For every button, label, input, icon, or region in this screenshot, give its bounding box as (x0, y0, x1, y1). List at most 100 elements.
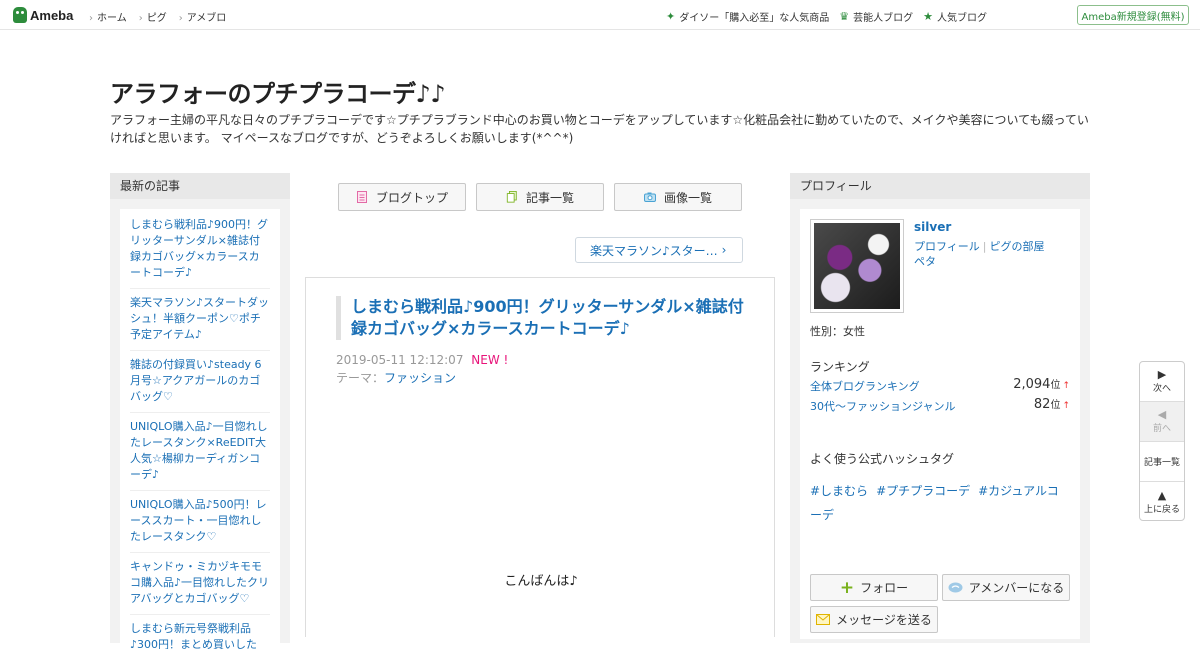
send-message-button[interactable]: メッセージを送る (810, 606, 938, 633)
mail-icon (816, 614, 831, 625)
send-message-label: メッセージを送る (836, 613, 932, 627)
nav-ameblo-link[interactable]: アメブロ (179, 9, 227, 24)
daiso-link[interactable]: ✦ ダイソー「購入必至」な人気商品 (666, 9, 829, 24)
ranking-heading: ランキング (810, 360, 870, 374)
recent-article-link[interactable]: UNIQLO購入品♪一目惚れしたレースタンク×ReEDIT大人気☆楊柳カーディガ… (130, 419, 270, 491)
theme-label: テーマ： (336, 371, 385, 385)
triangle-right-icon: ▶ (1157, 368, 1167, 381)
ranking-label-link[interactable]: 全体ブログランキング (810, 380, 920, 393)
signup-button[interactable]: Ameba新規登録(無料) (1077, 5, 1189, 25)
blog-nav-buttons: ブログトップ 記事一覧 画像一覧 (338, 183, 742, 211)
ranking-unit: 位 (1050, 380, 1061, 391)
trend-up-icon: ↑ (1062, 401, 1070, 411)
blog-title[interactable]: アラフォーのプチプラコーデ♪♪ (110, 74, 446, 109)
document-icon (356, 191, 367, 203)
article-list-float-label: 記事一覧 (1143, 458, 1180, 468)
blog-top-label: ブログトップ (375, 190, 448, 205)
popular-blog-link[interactable]: ★ 人気ブログ (923, 9, 987, 24)
triangle-up-icon: ▲ (1157, 488, 1167, 502)
back-to-top-button[interactable]: ▲ 上に戻る (1140, 482, 1184, 522)
ranking-value: 82位 ↑ (1034, 396, 1070, 412)
ranking-row: 全体ブログランキング 2,094位 ↑ (810, 377, 1070, 394)
amember-label: アメンバーになる (968, 581, 1065, 595)
back-to-top-label: 上に戻る (1143, 504, 1180, 515)
prev-article-button[interactable]: ◀ 前へ (1140, 402, 1184, 442)
hashtag-link[interactable]: #しまむら (810, 484, 868, 498)
recent-article-link[interactable]: UNIQLO購入品♪500円！レーススカート・一目惚れしたレースタンク♡ (130, 497, 270, 553)
article-list-label: 記事一覧 (525, 190, 574, 205)
trend-up-icon: ↑ (1062, 381, 1070, 391)
daiso-link-label: ダイソー「購入必至」な人気商品 (679, 13, 830, 24)
chevron-right-icon: › (721, 243, 727, 257)
recent-articles-list: しまむら戦利品♪900円！グリッターサンダル×雑誌付録カゴバッグ×カラースカート… (120, 209, 280, 649)
logo-text: Ameba (30, 7, 74, 23)
celebrity-blog-label: 芸能人ブログ (853, 13, 914, 24)
new-badge: NEW ! (471, 353, 509, 367)
recent-articles-panel: 最新の記事 しまむら戦利品♪900円！グリッターサンダル×雑誌付録カゴバッグ×カ… (110, 173, 290, 649)
top-nav: ホーム ピグ アメブロ (89, 9, 226, 24)
profile-links: プロフィール | ピグの部屋 ペタ (914, 239, 1064, 269)
recent-articles-heading: 最新の記事 (110, 173, 290, 199)
theme-link[interactable]: ファッション (384, 371, 456, 385)
ranking-label-link[interactable]: 30代〜ファッションジャンル (810, 400, 955, 413)
triangle-left-icon: ◀ (1157, 408, 1167, 421)
article-meta: 2019-05-11 12:12:07 NEW ! (336, 353, 508, 367)
profile-name[interactable]: silver (914, 220, 951, 234)
ranking-number: 2,094 (1013, 377, 1051, 392)
profile-gender: 性別：女性 (810, 325, 865, 338)
top-bar: Ameba ホーム ピグ アメブロ ✦ ダイソー「購入必至」な人気商品 ♛ 芸能… (0, 0, 1200, 30)
article-date: 2019-05-11 12:12:07 (336, 353, 464, 367)
profile-link[interactable]: プロフィール (914, 240, 980, 253)
amember-button[interactable]: アメンバーになる (942, 574, 1070, 601)
profile-box: silver プロフィール | ピグの部屋 ペタ 性別：女性 ランキング 全体ブログ… (800, 209, 1080, 639)
popular-blog-label: 人気ブログ (937, 13, 987, 24)
hashtag-link[interactable]: #プチプラコーデ (876, 484, 970, 498)
blog-top-button[interactable]: ブログトップ (338, 183, 466, 211)
ranking-number: 82 (1033, 397, 1051, 412)
ranking-unit: 位 (1050, 400, 1061, 411)
floating-nav: ▶ 次へ ◀ 前へ 記事一覧 ▲ 上に戻る (1139, 361, 1185, 521)
follow-button[interactable]: + フォロー (810, 574, 938, 601)
next-label: 次へ (1152, 384, 1171, 394)
article-theme: テーマ：ファッション (336, 369, 456, 386)
nav-pigg-link[interactable]: ピグ (139, 9, 167, 24)
image-list-button[interactable]: 画像一覧 (614, 183, 742, 211)
peta-link[interactable]: ペタ (914, 255, 936, 268)
recent-article-link[interactable]: 楽天マラソン♪スタートダッシュ！半額クーポン♡ポチ予定アイテム♪ (130, 295, 270, 351)
hashtag-list: #しまむら #プチプラコーデ #カジュアルコーデ (810, 479, 1070, 527)
avatar-image (814, 223, 900, 309)
article-title[interactable]: しまむら戦利品♪900円！グリッターサンダル×雑誌付録カゴバッグ×カラースカート… (336, 296, 746, 340)
article-list-button[interactable]: 記事一覧 (476, 183, 604, 211)
next-article-label: 楽天マラソン♪スター… (590, 243, 718, 258)
ameba-logo-icon (13, 7, 27, 23)
ranking-row: 30代〜ファッションジャンル 82位 ↑ (810, 396, 1070, 414)
recent-article-link[interactable]: しまむら戦利品♪900円！グリッターサンダル×雑誌付録カゴバッグ×カラースカート… (130, 217, 270, 289)
avatar[interactable] (810, 219, 904, 313)
ameba-logo[interactable]: Ameba (13, 7, 73, 23)
celebrity-blog-link[interactable]: ♛ 芸能人ブログ (839, 9, 913, 24)
top-right-links: ✦ ダイソー「購入必至」な人気商品 ♛ 芸能人ブログ ★ 人気ブログ (666, 9, 987, 24)
camera-icon (643, 192, 656, 202)
recent-article-link[interactable]: しまむら新元号祭戦利品♪300円！まとめ買いした (130, 621, 270, 649)
nav-home-link[interactable]: ホーム (89, 9, 127, 24)
recent-article-link[interactable]: キャンドゥ・ミカヅキモモコ購入品♪一目惚れしたクリアバッグとカゴバッグ♡ (130, 559, 270, 615)
recent-article-link[interactable]: 雑誌の付録買い♪steady 6月号☆アクアガールのカゴバッグ♡ (130, 357, 270, 413)
star-icon: ★ (923, 10, 933, 23)
article-card: しまむら戦利品♪900円！グリッターサンダル×雑誌付録カゴバッグ×カラースカート… (305, 277, 775, 637)
profile-panel: プロフィール silver プロフィール | ピグの部屋 ペタ 性別：女性 ランキン… (790, 173, 1090, 643)
sparkle-icon: ✦ (666, 10, 676, 23)
list-icon (506, 191, 517, 203)
next-article-link[interactable]: 楽天マラソン♪スター… › (575, 237, 743, 263)
separator: | (982, 240, 987, 253)
next-article-button[interactable]: ▶ 次へ (1140, 362, 1184, 402)
hashtag-heading: よく使う公式ハッシュタグ (810, 452, 955, 466)
image-list-label: 画像一覧 (663, 190, 712, 205)
article-list-float-button[interactable]: 記事一覧 (1140, 442, 1184, 482)
pigg-room-link[interactable]: ピグの部屋 (990, 240, 1045, 253)
profile-heading: プロフィール (790, 173, 1090, 199)
crown-icon: ♛ (839, 10, 850, 23)
follow-label: フォロー (860, 581, 909, 595)
prev-label: 前へ (1152, 424, 1171, 434)
plus-icon: + (839, 577, 855, 598)
article-body: こんばんは♪ (504, 574, 578, 589)
